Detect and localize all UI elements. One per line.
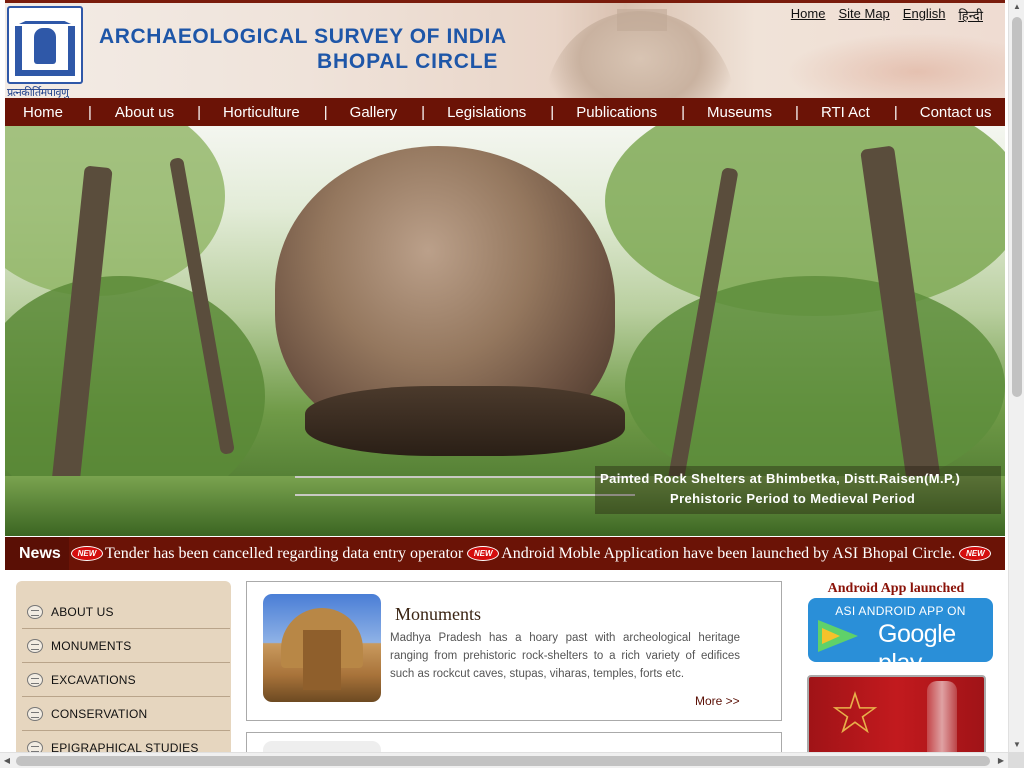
play-store-icon-accent (822, 628, 840, 644)
hero-banner-image: Painted Rock Shelters at Bhimbetka, Dist… (5, 126, 1005, 536)
scroll-down-arrow-icon[interactable]: ▼ (1009, 738, 1024, 752)
scrollbar-corner (1008, 752, 1024, 768)
bullet-icon (27, 638, 43, 653)
asi-emblem-logo[interactable]: प्रत्नकीर्तिमपावृणु (7, 6, 87, 98)
news-label: News (5, 537, 69, 570)
bullet-icon (27, 604, 43, 619)
google-play-label: Google play (878, 620, 956, 677)
new-badge-icon: NEW (71, 546, 103, 561)
nav-museums[interactable]: Museums (707, 104, 772, 121)
stupa-gateway-image (617, 9, 667, 31)
nav-separator: | (197, 103, 202, 121)
google-play-button[interactable]: ASI ANDROID APP ON Google play (808, 598, 993, 677)
new-badge-icon: NEW (467, 546, 500, 561)
sidebar-item-label: MONUMENTS (51, 638, 132, 653)
horizontal-scroll-thumb[interactable] (16, 756, 990, 766)
bullet-icon (27, 672, 43, 687)
banner-caption-title: Painted Rock Shelters at Bhimbetka, Dist… (600, 471, 961, 486)
top-link-hindi[interactable]: हिन्दी (958, 6, 983, 24)
bullet-icon (27, 706, 43, 721)
top-link-site-map[interactable]: Site Map (838, 6, 889, 24)
rock-shelter-base (305, 386, 625, 456)
nav-home[interactable]: Home (23, 104, 63, 121)
banner-caption-period: Prehistoric Period to Medieval Period (670, 491, 916, 506)
award-image[interactable]: ☆ (807, 675, 986, 752)
emblem-pillar-right (68, 26, 75, 70)
site-subtitle: BHOPAL CIRCLE (317, 50, 499, 73)
news-item[interactable]: Android Moble Application have been laun… (501, 545, 955, 563)
stupa-gateway (303, 630, 341, 690)
sidebar-menu: ABOUT US MONUMENTS EXCAVATIONS CONSERVAT… (16, 581, 231, 752)
nav-separator: | (323, 103, 328, 121)
emblem-motto: प्रत्नकीर्तिमपावृणु (7, 86, 69, 98)
sidebar-item-monuments[interactable]: MONUMENTS (22, 629, 230, 663)
top-link-home[interactable]: Home (791, 6, 826, 24)
sidebar-item-epigraphical-studies[interactable]: EPIGRAPHICAL STUDIES (22, 731, 230, 752)
scroll-right-arrow-icon[interactable]: ▶ (994, 753, 1008, 769)
lion-capital-icon (34, 28, 56, 64)
stupa-thumbnail-image[interactable] (263, 594, 381, 702)
nav-separator: | (893, 103, 898, 121)
nav-separator: | (550, 103, 555, 121)
nav-horticulture[interactable]: Horticulture (223, 104, 300, 121)
site-title: ARCHAEOLOGICAL SURVEY OF INDIA (99, 25, 507, 48)
top-links: Home Site Map English हिन्दी (791, 6, 983, 24)
nav-about-us[interactable]: About us (115, 104, 174, 121)
scroll-up-arrow-icon[interactable]: ▲ (1009, 0, 1024, 14)
main-nav: Home | About us | Horticulture | Gallery… (5, 98, 1005, 126)
emblem-pillar-left (15, 26, 22, 70)
vertical-scroll-thumb[interactable] (1012, 17, 1022, 397)
sidebar-item-about-us[interactable]: ABOUT US (22, 595, 230, 629)
banner-caption: Painted Rock Shelters at Bhimbetka, Dist… (595, 466, 1001, 514)
monuments-more-link[interactable]: More >> (695, 694, 740, 708)
news-item[interactable]: Tender has been cancelled regarding data… (105, 545, 463, 563)
nav-separator: | (88, 103, 92, 121)
nav-legislations[interactable]: Legislations (447, 104, 526, 121)
horizontal-scrollbar[interactable]: ◀ ▶ (0, 752, 1008, 768)
new-badge-icon: NEW (959, 546, 992, 561)
nav-publications[interactable]: Publications (576, 104, 657, 121)
glass-trophy-icon (927, 681, 957, 752)
nav-separator: | (795, 103, 799, 121)
google-play-caption: ASI ANDROID APP ON (835, 604, 966, 618)
sidebar-item-label: CONSERVATION (51, 706, 148, 721)
railing (295, 494, 635, 496)
bullet-icon (27, 740, 43, 752)
android-app-title: Android App launched (827, 581, 965, 596)
nav-separator: | (421, 103, 426, 121)
site-header: प्रत्नकीर्तिमपावृणु ARCHAEOLOGICAL SURVE… (5, 3, 1005, 98)
page: प्रत्नकीर्तिमपावृणु ARCHAEOLOGICAL SURVE… (0, 0, 1008, 752)
news-ticker: NEW Tender has been cancelled regarding … (69, 537, 993, 570)
emblem-base (15, 70, 75, 76)
monuments-title: Monuments (395, 604, 482, 624)
top-link-english[interactable]: English (903, 6, 946, 24)
sidebar-item-conservation[interactable]: CONSERVATION (22, 697, 230, 731)
monuments-card: Monuments Madhya Pradesh has a hoary pas… (246, 581, 782, 721)
star-trophy-icon: ☆ (829, 681, 881, 746)
nav-gallery[interactable]: Gallery (350, 104, 398, 121)
sidebar-item-label: EXCAVATIONS (51, 672, 136, 687)
scroll-left-arrow-icon[interactable]: ◀ (0, 753, 14, 769)
next-card (246, 732, 782, 752)
sidebar-item-label: ABOUT US (51, 604, 114, 619)
railing (295, 476, 635, 478)
nav-rti-act[interactable]: RTI Act (821, 104, 870, 121)
card-thumbnail-image (263, 741, 381, 752)
vertical-scrollbar[interactable]: ▲ ▼ (1008, 0, 1024, 752)
sidebar-item-excavations[interactable]: EXCAVATIONS (22, 663, 230, 697)
monuments-description: Madhya Pradesh has a hoary past with arc… (390, 632, 740, 680)
nav-separator: | (681, 103, 685, 121)
news-ticker-bar: News NEW Tender has been cancelled regar… (5, 537, 1005, 570)
fresco-background-image (785, 33, 1005, 98)
nav-contact-us[interactable]: Contact us (920, 104, 992, 121)
sidebar-item-label: EPIGRAPHICAL STUDIES (51, 740, 199, 753)
